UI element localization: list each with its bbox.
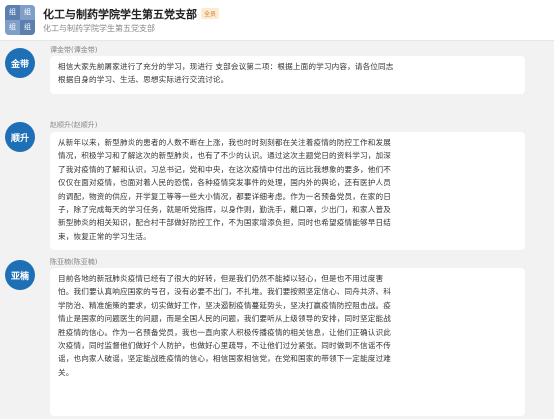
avatar[interactable]: 顺升 xyxy=(5,122,35,152)
message-text: 从新年以来，新型肺炎的患者的人数不断在上涨，我也时时刻刻都在关注着疫情的防控工作… xyxy=(58,138,391,241)
message-text: 目前各地的新冠肺炎疫情已经有了很大的好转，但是我们仍然不能掉以轻心，但是也不用过… xyxy=(58,274,391,377)
group-avatar-tile: 组 xyxy=(5,20,20,35)
group-avatar-tile: 组 xyxy=(20,20,35,35)
sender-name: 谭金带(谭金带) xyxy=(50,46,98,54)
avatar[interactable]: 亚楠 xyxy=(5,260,35,290)
group-avatar-tile: 组 xyxy=(5,5,20,20)
avatar[interactable]: 金带 xyxy=(5,48,35,78)
message-bubble: 相信大家先前屠家进行了充分的学习，现进行 支部会议第二项：根据上面的学习内容，请… xyxy=(50,56,525,94)
member-badge: 全员 xyxy=(201,8,220,19)
message-text: 相信大家先前屠家进行了充分的学习，现进行 支部会议第二项：根据上面的学习内容，请… xyxy=(58,62,394,85)
sender-name: 赵顺升(赵顺升) xyxy=(50,121,98,129)
message-bubble: 目前各地的新冠肺炎疫情已经有了很大的好转，但是我们仍然不能掉以轻心，但是也不用过… xyxy=(50,268,525,416)
group-avatar-tile: 组 xyxy=(20,5,35,20)
sender-name: 陈亚楠(陈亚楠) xyxy=(50,258,98,266)
message-bubble: 从新年以来，新型肺炎的患者的人数不断在上涨，我也时时刻刻都在关注着疫情的防控工作… xyxy=(50,132,525,250)
group-title: 化工与制药学院学生第五党支部 xyxy=(43,8,197,21)
chat-header: 组 组 组 组 化工与制药学院学生第五党支部 全员 化工与制药学院学生第五党支部 xyxy=(0,0,554,41)
group-subtitle: 化工与制药学院学生第五党支部 xyxy=(43,24,155,33)
group-avatar[interactable]: 组 组 组 组 xyxy=(5,5,35,35)
